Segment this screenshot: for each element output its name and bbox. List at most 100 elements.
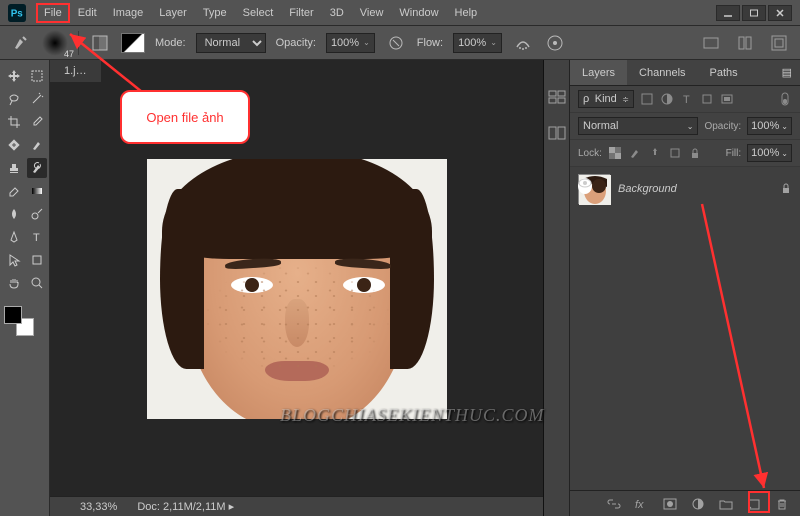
adjustment-layer-icon[interactable] (690, 496, 706, 512)
stamp-tool[interactable] (4, 158, 24, 178)
options-icon-2[interactable] (734, 32, 756, 54)
collapsed-panel-icon-1[interactable] (548, 90, 566, 106)
options-icon-1[interactable] (700, 32, 722, 54)
move-tool[interactable] (4, 66, 24, 86)
eyedropper-tool[interactable] (27, 112, 47, 132)
color-swatches[interactable] (4, 306, 34, 336)
dodge-tool[interactable] (27, 204, 47, 224)
pen-tool[interactable] (4, 227, 24, 247)
tool-preset-picker[interactable] (10, 32, 32, 54)
flow-label: Flow: (417, 37, 443, 49)
menu-image[interactable]: Image (105, 3, 152, 23)
layer-group-icon[interactable] (718, 496, 734, 512)
zoom-tool[interactable] (27, 273, 47, 293)
layer-row-background[interactable]: Background (570, 171, 800, 207)
gradient-tool[interactable] (27, 181, 47, 201)
options-bar: 47 Mode: Normal Opacity: 100%⌄ Flow: 100… (0, 26, 800, 60)
pressure-opacity-icon[interactable] (385, 32, 407, 54)
foreground-color-swatch[interactable] (4, 306, 22, 324)
svg-text:fx: fx (635, 499, 644, 510)
menu-view[interactable]: View (352, 3, 392, 23)
link-layers-icon[interactable] (606, 496, 622, 512)
hand-tool[interactable] (4, 273, 24, 293)
healing-brush-tool[interactable] (4, 135, 24, 155)
tab-channels[interactable]: Channels (627, 60, 697, 85)
menu-select[interactable]: Select (235, 3, 282, 23)
wand-tool[interactable] (27, 89, 47, 109)
zoom-level[interactable]: 33,33% (80, 501, 117, 513)
menu-file[interactable]: File (36, 3, 70, 23)
svg-text:T: T (683, 94, 690, 105)
fill-field[interactable]: 100%⌄ (747, 144, 792, 162)
flow-field[interactable]: 100%⌄ (453, 33, 502, 53)
layer-lock-row: Lock: Fill: 100%⌄ (570, 140, 800, 167)
right-panels: Layers Channels Paths ▤ ρ Kind≑ T Normal… (570, 60, 800, 516)
layer-visibility-icon[interactable] (578, 178, 592, 194)
tab-layers[interactable]: Layers (570, 60, 627, 85)
tab-paths[interactable]: Paths (698, 60, 750, 85)
lock-artboard-icon[interactable] (668, 146, 682, 160)
annotation-callout: Open file ảnh (120, 90, 250, 144)
new-layer-icon[interactable] (746, 496, 762, 512)
menu-layer[interactable]: Layer (151, 3, 195, 23)
filter-toggle-icon[interactable] (778, 92, 792, 106)
window-close-button[interactable] (768, 5, 792, 21)
layer-opacity-label: Opacity: (704, 121, 741, 132)
lock-transparency-icon[interactable] (608, 146, 622, 160)
window-restore-button[interactable] (742, 5, 766, 21)
lock-position-icon[interactable] (648, 146, 662, 160)
brush-tool[interactable] (27, 135, 47, 155)
layer-blend-select[interactable]: Normal⌄ (578, 117, 698, 135)
menu-edit[interactable]: Edit (70, 3, 105, 23)
document-canvas[interactable] (50, 82, 543, 496)
filter-kind-select[interactable]: ρ Kind≑ (578, 90, 634, 108)
filter-pixel-icon[interactable] (640, 92, 654, 106)
layer-opacity-field[interactable]: 100%⌄ (747, 117, 792, 135)
lasso-tool[interactable] (4, 89, 24, 109)
blend-mode-select[interactable]: Normal (196, 33, 266, 53)
brush-panel-toggle-icon[interactable] (89, 32, 111, 54)
lock-label: Lock: (578, 148, 602, 159)
lock-all-icon[interactable] (688, 146, 702, 160)
collapsed-panel-dock (544, 60, 570, 516)
layer-name[interactable]: Background (618, 183, 677, 195)
filter-type-icon[interactable]: T (680, 92, 694, 106)
delete-layer-icon[interactable] (774, 496, 790, 512)
menu-type[interactable]: Type (195, 3, 235, 23)
marquee-tool[interactable] (27, 66, 47, 86)
window-minimize-button[interactable] (716, 5, 740, 21)
path-select-tool[interactable] (4, 250, 24, 270)
document-tab[interactable]: 1.j… (50, 60, 101, 82)
menu-3d[interactable]: 3D (322, 3, 352, 23)
menu-filter[interactable]: Filter (281, 3, 321, 23)
eraser-tool[interactable] (4, 181, 24, 201)
type-tool[interactable]: T (27, 227, 47, 247)
brush-preset-picker[interactable]: 47 (42, 30, 68, 56)
svg-text:Ps: Ps (11, 8, 24, 19)
brush-size-value: 47 (64, 49, 74, 59)
lock-pixels-icon[interactable] (628, 146, 642, 160)
layer-mask-icon[interactable] (662, 496, 678, 512)
blur-tool[interactable] (4, 204, 24, 224)
filter-adjust-icon[interactable] (660, 92, 674, 106)
filter-shape-icon[interactable] (700, 92, 714, 106)
airbrush-icon[interactable] (512, 32, 534, 54)
panel-menu-icon[interactable]: ▤ (774, 60, 800, 85)
layers-panel-footer: fx (570, 490, 800, 516)
layer-fx-icon[interactable]: fx (634, 496, 650, 512)
collapsed-panel-icon-2[interactable] (548, 126, 566, 142)
menu-help[interactable]: Help (447, 3, 486, 23)
fill-label: Fill: (726, 148, 742, 159)
options-icon-3[interactable] (768, 32, 790, 54)
shape-tool[interactable] (27, 250, 47, 270)
crop-tool[interactable] (4, 112, 24, 132)
filter-smart-icon[interactable] (720, 92, 734, 106)
panel-tabs: Layers Channels Paths ▤ (570, 60, 800, 86)
layer-blend-row: Normal⌄ Opacity: 100%⌄ (570, 113, 800, 140)
pressure-size-icon[interactable] (544, 32, 566, 54)
history-brush-tool[interactable] (27, 158, 47, 178)
opacity-field[interactable]: 100%⌄ (326, 33, 375, 53)
status-bar: 33,33% Doc: 2,11M/2,11M ▸ (50, 496, 543, 516)
tools-panel: T (0, 60, 50, 516)
menu-window[interactable]: Window (391, 3, 446, 23)
